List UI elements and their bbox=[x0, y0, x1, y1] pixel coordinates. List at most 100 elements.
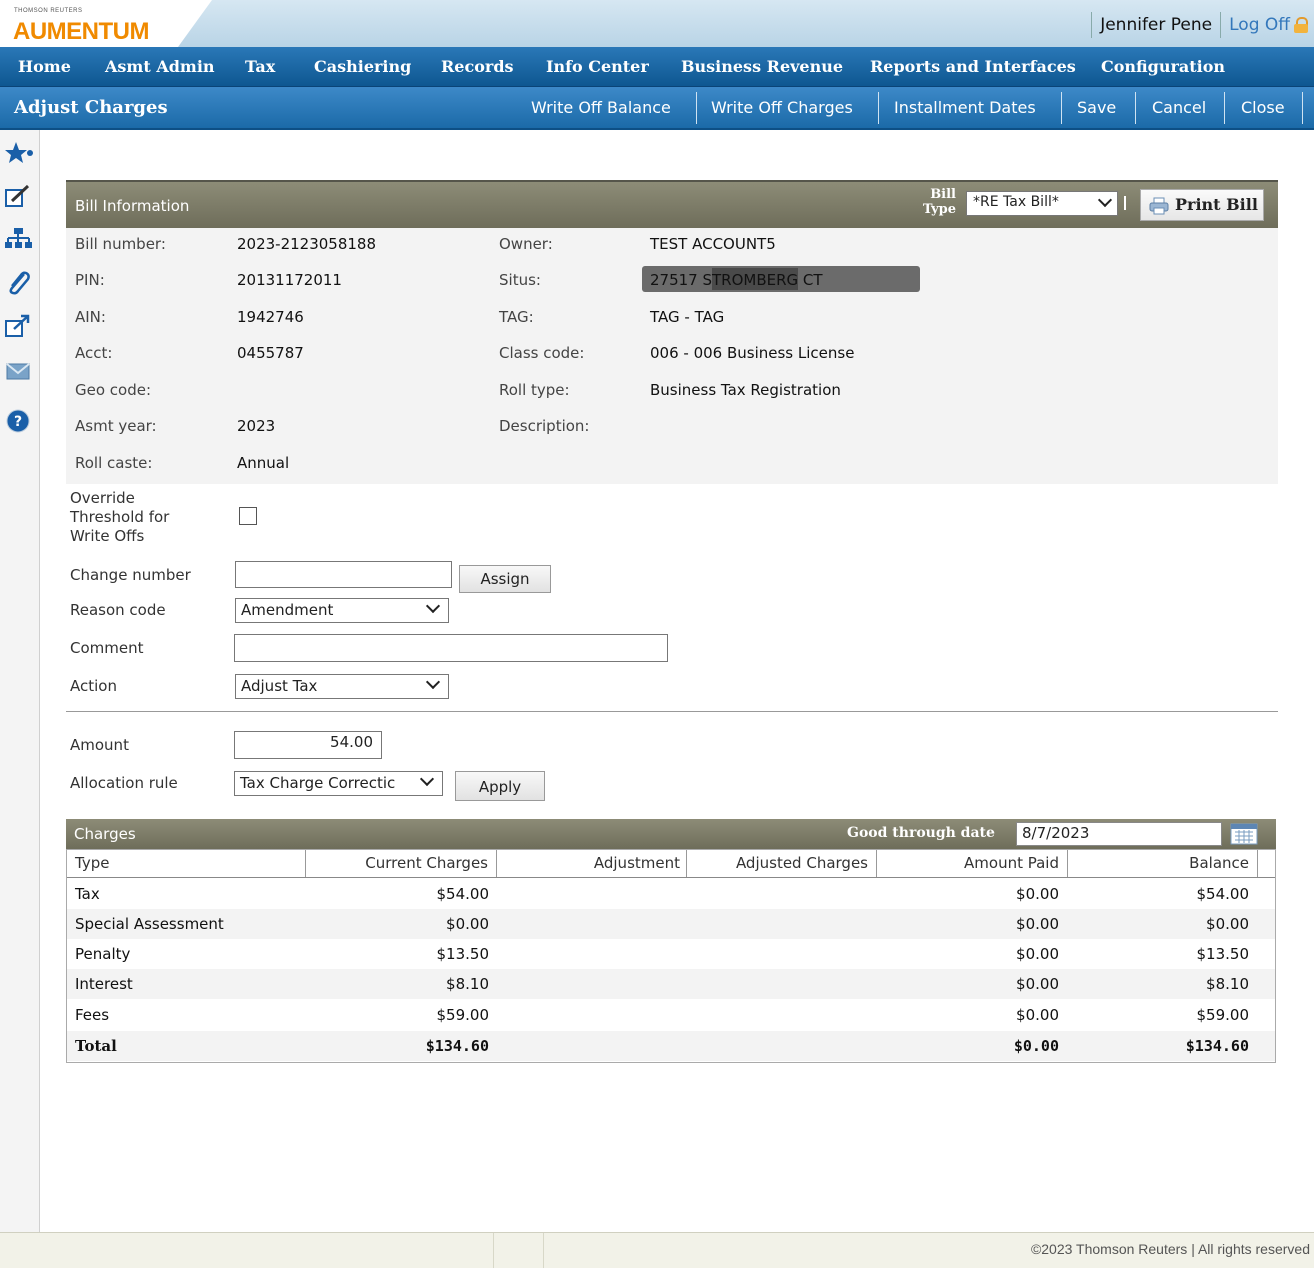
cell-adjustment bbox=[497, 1000, 679, 1030]
cell-balance: $59.00 bbox=[1196, 1006, 1250, 1024]
cell-type: Fees bbox=[75, 1006, 110, 1024]
override-threshold-checkbox[interactable] bbox=[239, 507, 257, 525]
assign-button[interactable]: Assign bbox=[459, 565, 551, 593]
main-nav: Home Asmt Admin Tax Cashiering Records I… bbox=[0, 47, 1314, 87]
cell-adjustment bbox=[497, 939, 679, 969]
calendar-icon[interactable] bbox=[1230, 823, 1258, 845]
cell-total-adjusted bbox=[687, 1031, 869, 1061]
nav-home[interactable]: Home bbox=[18, 47, 71, 87]
close-button[interactable]: Close bbox=[1241, 87, 1285, 128]
action-value: Adjust Tax bbox=[241, 677, 318, 695]
cell-type: Interest bbox=[75, 975, 133, 993]
cell-current: $13.50 bbox=[436, 945, 490, 963]
copyright-text: ©2023 Thomson Reuters | All rights reser… bbox=[1030, 1241, 1310, 1257]
column-header-type[interactable]: Type bbox=[67, 850, 306, 877]
print-bill-label: Print Bill bbox=[1175, 195, 1258, 214]
lock-icon[interactable] bbox=[1294, 17, 1308, 33]
amount-label: Amount bbox=[70, 736, 129, 754]
write-off-charges-button[interactable]: Write Off Charges bbox=[711, 87, 853, 128]
help-icon[interactable]: ? bbox=[4, 408, 34, 434]
class-code-label: Class code: bbox=[499, 344, 585, 362]
external-link-icon[interactable] bbox=[4, 313, 34, 339]
charges-table-header: Type Current Charges Adjustment Adjusted… bbox=[67, 850, 1275, 878]
write-off-balance-button[interactable]: Write Off Balance bbox=[531, 87, 671, 128]
comment-label: Comment bbox=[70, 639, 144, 657]
attachment-icon[interactable] bbox=[4, 270, 34, 296]
pin-value: 20131172011 bbox=[237, 271, 342, 289]
table-row: Tax $54.00 $0.00 $54.00 bbox=[67, 879, 1275, 909]
asmt-year-value: 2023 bbox=[237, 417, 276, 435]
bill-info-title: Bill Information bbox=[75, 197, 190, 215]
section-divider bbox=[66, 711, 1278, 712]
charges-title: Charges bbox=[74, 825, 136, 843]
cell-current: $59.00 bbox=[436, 1006, 490, 1024]
comment-input[interactable] bbox=[234, 634, 668, 662]
column-header-current-charges[interactable]: Current Charges bbox=[306, 850, 497, 877]
asmt-year-label: Asmt year: bbox=[75, 417, 157, 435]
action-select[interactable]: Adjust Tax bbox=[235, 674, 449, 699]
cell-adjusted bbox=[687, 1000, 869, 1030]
column-header-adjustment[interactable]: Adjustment bbox=[497, 850, 687, 877]
owner-value: TEST ACCOUNT5 bbox=[650, 235, 776, 253]
acct-value: 0455787 bbox=[237, 344, 304, 362]
ain-value: 1942746 bbox=[237, 308, 304, 326]
mail-icon[interactable] bbox=[4, 358, 34, 384]
geo-code-label: Geo code: bbox=[75, 381, 152, 399]
change-number-input[interactable] bbox=[235, 561, 452, 588]
nav-tax[interactable]: Tax bbox=[245, 47, 275, 87]
action-bar: Adjust Charges Write Off Balance Write O… bbox=[0, 87, 1314, 130]
cell-total-current: $134.60 bbox=[425, 1037, 489, 1055]
column-header-adjusted-charges[interactable]: Adjusted Charges bbox=[687, 850, 877, 877]
amount-input[interactable]: 54.00 bbox=[234, 731, 382, 759]
bill-info-header: Bill Information Bill Type *RE Tax Bill*… bbox=[66, 180, 1278, 228]
column-header-amount-paid[interactable]: Amount Paid bbox=[877, 850, 1068, 877]
roll-caste-label: Roll caste: bbox=[75, 454, 153, 472]
hierarchy-icon[interactable] bbox=[4, 226, 34, 252]
bill-type-label: Bill Type bbox=[914, 187, 956, 217]
chevron-down-icon bbox=[1097, 192, 1113, 208]
logoff-link[interactable]: Log Off bbox=[1225, 15, 1292, 35]
cell-adjustment bbox=[497, 879, 679, 909]
nav-reports-interfaces[interactable]: Reports and Interfaces bbox=[870, 47, 1076, 87]
installment-dates-button[interactable]: Installment Dates bbox=[894, 87, 1036, 128]
nav-cashiering[interactable]: Cashiering bbox=[314, 47, 411, 87]
table-row: Fees $59.00 $0.00 $59.00 bbox=[67, 1000, 1275, 1030]
cell-type: Tax bbox=[75, 885, 100, 903]
cell-total-label: Total bbox=[75, 1037, 117, 1055]
chevron-down-icon bbox=[425, 674, 441, 690]
bill-type-select[interactable]: *RE Tax Bill* bbox=[966, 191, 1118, 216]
cell-current: $0.00 bbox=[446, 915, 489, 933]
favorites-star-icon[interactable] bbox=[4, 140, 34, 166]
good-through-date-input[interactable]: 8/7/2023 bbox=[1016, 822, 1222, 846]
cancel-button[interactable]: Cancel bbox=[1152, 87, 1206, 128]
tag-value: TAG - TAG bbox=[650, 308, 725, 326]
cell-paid: $0.00 bbox=[1016, 945, 1059, 963]
allocation-rule-value: Tax Charge Correctic bbox=[240, 774, 396, 792]
roll-type-value: Business Tax Registration bbox=[650, 381, 841, 399]
print-bill-button[interactable]: Print Bill bbox=[1140, 189, 1264, 221]
cell-type: Penalty bbox=[75, 945, 131, 963]
edit-icon[interactable] bbox=[4, 184, 34, 210]
printer-icon bbox=[1149, 197, 1169, 215]
footer: ©2023 Thomson Reuters | All rights reser… bbox=[0, 1232, 1314, 1268]
bill-number-value: 2023-2123058188 bbox=[237, 235, 377, 253]
save-button[interactable]: Save bbox=[1077, 87, 1116, 128]
bill-type-value: *RE Tax Bill* bbox=[973, 194, 1059, 210]
apply-button[interactable]: Apply bbox=[455, 771, 545, 801]
reason-code-select[interactable]: Amendment bbox=[235, 598, 449, 623]
nav-records[interactable]: Records bbox=[441, 47, 514, 87]
action-label: Action bbox=[70, 677, 117, 695]
nav-business-revenue[interactable]: Business Revenue bbox=[681, 47, 843, 87]
pin-label: PIN: bbox=[75, 271, 105, 289]
column-header-balance[interactable]: Balance bbox=[1068, 850, 1258, 877]
cell-adjusted bbox=[687, 939, 869, 969]
table-row: Interest $8.10 $0.00 $8.10 bbox=[67, 969, 1275, 999]
owner-label: Owner: bbox=[499, 235, 553, 253]
allocation-rule-select[interactable]: Tax Charge Correctic bbox=[234, 771, 443, 796]
cell-total-paid: $0.00 bbox=[1013, 1037, 1059, 1055]
acct-label: Acct: bbox=[75, 344, 113, 362]
override-threshold-label: Override Threshold for Write Offs bbox=[70, 489, 170, 545]
nav-configuration[interactable]: Configuration bbox=[1101, 47, 1225, 87]
nav-asmt-admin[interactable]: Asmt Admin bbox=[105, 47, 215, 87]
nav-info-center[interactable]: Info Center bbox=[546, 47, 649, 87]
